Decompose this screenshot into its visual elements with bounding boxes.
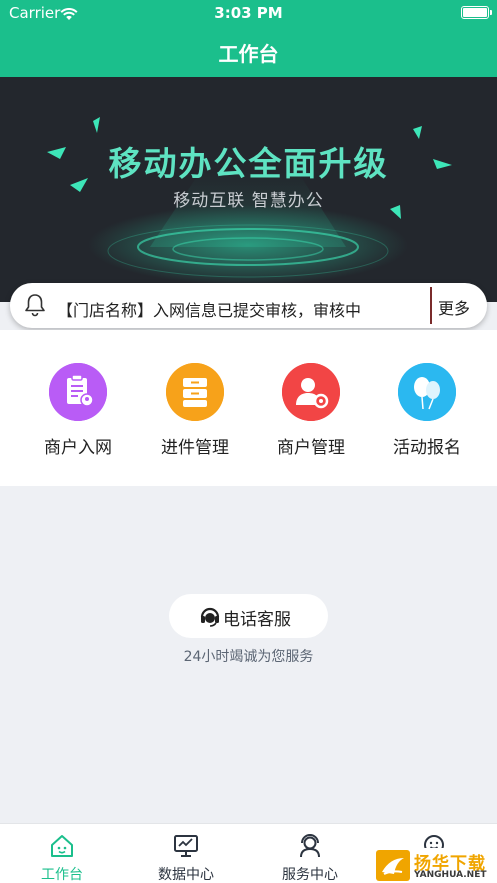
menu-item-application-management[interactable]: 进件管理 bbox=[137, 363, 253, 463]
home-icon bbox=[49, 833, 75, 863]
site-watermark: 扬华下载 YANGHUA.NET bbox=[374, 848, 496, 883]
banner-subtitle: 移动互联 智慧办公 bbox=[173, 191, 324, 211]
tab-label: 数据中心 bbox=[158, 867, 214, 883]
phone-service-button[interactable]: 电话客服 bbox=[169, 594, 328, 638]
headset-user-icon bbox=[297, 833, 323, 863]
phone-service-label: 电话客服 bbox=[223, 610, 291, 630]
service-hours-text: 24小时竭诚为您服务 bbox=[183, 649, 314, 665]
headset-icon bbox=[199, 605, 221, 631]
promo-banner[interactable]: 移动办公全面升级 移动互联 智慧办公 bbox=[0, 77, 497, 302]
menu-label: 进件管理 bbox=[161, 438, 229, 458]
banner-title: 移动办公全面升级 bbox=[108, 144, 389, 183]
status-bar: Carrier 3:03 PM bbox=[0, 0, 497, 26]
tab-workbench[interactable]: 工作台 bbox=[0, 824, 124, 883]
watermark-url: YANGHUA.NET bbox=[414, 870, 487, 880]
menu-label: 商户管理 bbox=[277, 438, 345, 458]
monitor-chart-icon bbox=[173, 833, 199, 863]
status-time: 3:03 PM bbox=[214, 4, 283, 22]
tab-data-center[interactable]: 数据中心 bbox=[124, 824, 248, 883]
notice-divider bbox=[430, 287, 432, 324]
drawer-icon bbox=[166, 363, 224, 421]
tab-label: 工作台 bbox=[41, 867, 83, 883]
menu-item-event-signup[interactable]: 活动报名 bbox=[369, 363, 485, 463]
bell-icon bbox=[24, 293, 46, 321]
notice-more-link[interactable]: 更多 bbox=[438, 295, 470, 319]
notice-text: 【门店名称】入网信息已提交审核，审核中 bbox=[57, 301, 362, 320]
menu-item-merchant-onboarding[interactable]: 商户入网 bbox=[20, 363, 136, 463]
tab-label: 服务中心 bbox=[282, 867, 338, 883]
document-icon bbox=[49, 363, 107, 421]
menu-label: 商户入网 bbox=[44, 438, 112, 458]
battery-icon bbox=[461, 6, 492, 19]
notice-bar[interactable]: 【门店名称】入网信息已提交审核，审核中 更多 bbox=[10, 283, 487, 328]
watermark-logo-icon bbox=[376, 850, 410, 883]
menu-label: 活动报名 bbox=[393, 438, 461, 458]
balloon-icon bbox=[398, 363, 456, 421]
menu-item-merchant-management[interactable]: 商户管理 bbox=[253, 363, 369, 463]
function-menu: 商户入网 进件管理 商户管理 活动报名 bbox=[0, 330, 497, 486]
tab-service-center[interactable]: 服务中心 bbox=[248, 824, 372, 883]
top-bar: Carrier 3:03 PM 工作台 bbox=[0, 0, 497, 77]
page-title: 工作台 bbox=[218, 42, 279, 66]
user-gear-icon bbox=[282, 363, 340, 421]
